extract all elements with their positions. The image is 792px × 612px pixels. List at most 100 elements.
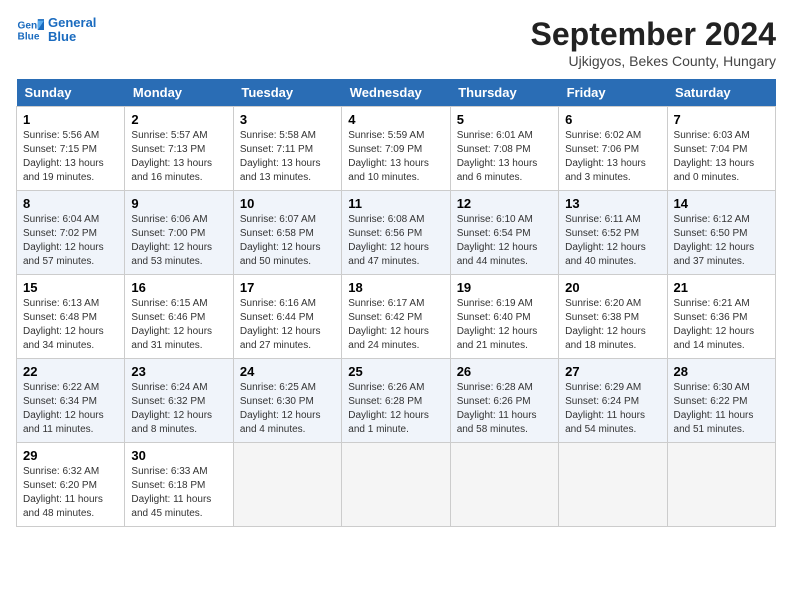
cell-text: Sunrise: 5:57 AMSunset: 7:13 PMDaylight:… (131, 130, 212, 183)
day-number: 14 (674, 196, 769, 211)
cell-text: Sunrise: 6:30 AMSunset: 6:22 PMDaylight:… (674, 382, 754, 435)
svg-text:Blue: Blue (18, 32, 40, 43)
calendar-cell: 15 Sunrise: 6:13 AMSunset: 6:48 PMDaylig… (17, 275, 125, 359)
day-number: 19 (457, 280, 552, 295)
weekday-header-saturday: Saturday (667, 79, 775, 107)
day-number: 17 (240, 280, 335, 295)
cell-text: Sunrise: 6:28 AMSunset: 6:26 PMDaylight:… (457, 382, 537, 435)
calendar-cell (667, 443, 775, 527)
cell-text: Sunrise: 6:04 AMSunset: 7:02 PMDaylight:… (23, 214, 104, 267)
calendar-cell: 9 Sunrise: 6:06 AMSunset: 7:00 PMDayligh… (125, 191, 233, 275)
day-number: 4 (348, 112, 443, 127)
calendar-cell: 19 Sunrise: 6:19 AMSunset: 6:40 PMDaylig… (450, 275, 558, 359)
calendar-cell: 28 Sunrise: 6:30 AMSunset: 6:22 PMDaylig… (667, 359, 775, 443)
cell-text: Sunrise: 6:29 AMSunset: 6:24 PMDaylight:… (565, 382, 645, 435)
cell-text: Sunrise: 5:59 AMSunset: 7:09 PMDaylight:… (348, 130, 429, 183)
day-number: 27 (565, 364, 660, 379)
calendar-cell: 24 Sunrise: 6:25 AMSunset: 6:30 PMDaylig… (233, 359, 341, 443)
day-number: 6 (565, 112, 660, 127)
calendar-cell: 25 Sunrise: 6:26 AMSunset: 6:28 PMDaylig… (342, 359, 450, 443)
calendar-cell: 16 Sunrise: 6:15 AMSunset: 6:46 PMDaylig… (125, 275, 233, 359)
logo-text: GeneralBlue (48, 16, 96, 45)
day-number: 15 (23, 280, 118, 295)
cell-text: Sunrise: 6:24 AMSunset: 6:32 PMDaylight:… (131, 382, 212, 435)
cell-text: Sunrise: 6:17 AMSunset: 6:42 PMDaylight:… (348, 298, 429, 351)
calendar-cell: 2 Sunrise: 5:57 AMSunset: 7:13 PMDayligh… (125, 107, 233, 191)
weekday-header-sunday: Sunday (17, 79, 125, 107)
calendar-cell: 29 Sunrise: 6:32 AMSunset: 6:20 PMDaylig… (17, 443, 125, 527)
day-number: 18 (348, 280, 443, 295)
location-subtitle: Ujkigyos, Bekes County, Hungary (531, 53, 776, 69)
day-number: 9 (131, 196, 226, 211)
day-number: 23 (131, 364, 226, 379)
day-number: 5 (457, 112, 552, 127)
calendar-cell: 5 Sunrise: 6:01 AMSunset: 7:08 PMDayligh… (450, 107, 558, 191)
calendar-cell: 21 Sunrise: 6:21 AMSunset: 6:36 PMDaylig… (667, 275, 775, 359)
calendar-table: SundayMondayTuesdayWednesdayThursdayFrid… (16, 79, 776, 527)
cell-text: Sunrise: 5:58 AMSunset: 7:11 PMDaylight:… (240, 130, 321, 183)
calendar-cell (450, 443, 558, 527)
calendar-week-row: 22 Sunrise: 6:22 AMSunset: 6:34 PMDaylig… (17, 359, 776, 443)
day-number: 12 (457, 196, 552, 211)
cell-text: Sunrise: 6:25 AMSunset: 6:30 PMDaylight:… (240, 382, 321, 435)
cell-text: Sunrise: 6:15 AMSunset: 6:46 PMDaylight:… (131, 298, 212, 351)
calendar-cell: 1 Sunrise: 5:56 AMSunset: 7:15 PMDayligh… (17, 107, 125, 191)
day-number: 2 (131, 112, 226, 127)
weekday-header-monday: Monday (125, 79, 233, 107)
calendar-cell: 14 Sunrise: 6:12 AMSunset: 6:50 PMDaylig… (667, 191, 775, 275)
calendar-cell: 13 Sunrise: 6:11 AMSunset: 6:52 PMDaylig… (559, 191, 667, 275)
day-number: 25 (348, 364, 443, 379)
day-number: 30 (131, 448, 226, 463)
logo-icon: General Blue (16, 16, 44, 44)
calendar-cell: 12 Sunrise: 6:10 AMSunset: 6:54 PMDaylig… (450, 191, 558, 275)
cell-text: Sunrise: 6:22 AMSunset: 6:34 PMDaylight:… (23, 382, 104, 435)
day-number: 21 (674, 280, 769, 295)
logo: General Blue GeneralBlue (16, 16, 96, 45)
month-title: September 2024 (531, 16, 776, 53)
calendar-cell: 20 Sunrise: 6:20 AMSunset: 6:38 PMDaylig… (559, 275, 667, 359)
day-number: 29 (23, 448, 118, 463)
calendar-cell (233, 443, 341, 527)
cell-text: Sunrise: 6:10 AMSunset: 6:54 PMDaylight:… (457, 214, 538, 267)
calendar-cell (559, 443, 667, 527)
calendar-cell: 3 Sunrise: 5:58 AMSunset: 7:11 PMDayligh… (233, 107, 341, 191)
calendar-cell: 22 Sunrise: 6:22 AMSunset: 6:34 PMDaylig… (17, 359, 125, 443)
calendar-week-row: 8 Sunrise: 6:04 AMSunset: 7:02 PMDayligh… (17, 191, 776, 275)
cell-text: Sunrise: 6:21 AMSunset: 6:36 PMDaylight:… (674, 298, 755, 351)
cell-text: Sunrise: 6:03 AMSunset: 7:04 PMDaylight:… (674, 130, 755, 183)
calendar-cell: 26 Sunrise: 6:28 AMSunset: 6:26 PMDaylig… (450, 359, 558, 443)
cell-text: Sunrise: 6:16 AMSunset: 6:44 PMDaylight:… (240, 298, 321, 351)
calendar-cell: 17 Sunrise: 6:16 AMSunset: 6:44 PMDaylig… (233, 275, 341, 359)
title-area: September 2024 Ujkigyos, Bekes County, H… (531, 16, 776, 69)
day-number: 3 (240, 112, 335, 127)
day-number: 16 (131, 280, 226, 295)
calendar-week-row: 1 Sunrise: 5:56 AMSunset: 7:15 PMDayligh… (17, 107, 776, 191)
weekday-header-tuesday: Tuesday (233, 79, 341, 107)
weekday-header-friday: Friday (559, 79, 667, 107)
calendar-cell: 10 Sunrise: 6:07 AMSunset: 6:58 PMDaylig… (233, 191, 341, 275)
cell-text: Sunrise: 6:32 AMSunset: 6:20 PMDaylight:… (23, 466, 103, 519)
day-number: 13 (565, 196, 660, 211)
cell-text: Sunrise: 6:33 AMSunset: 6:18 PMDaylight:… (131, 466, 211, 519)
day-number: 10 (240, 196, 335, 211)
calendar-week-row: 15 Sunrise: 6:13 AMSunset: 6:48 PMDaylig… (17, 275, 776, 359)
calendar-week-row: 29 Sunrise: 6:32 AMSunset: 6:20 PMDaylig… (17, 443, 776, 527)
cell-text: Sunrise: 6:11 AMSunset: 6:52 PMDaylight:… (565, 214, 646, 267)
day-number: 8 (23, 196, 118, 211)
calendar-cell (342, 443, 450, 527)
calendar-cell: 30 Sunrise: 6:33 AMSunset: 6:18 PMDaylig… (125, 443, 233, 527)
weekday-header-thursday: Thursday (450, 79, 558, 107)
cell-text: Sunrise: 6:01 AMSunset: 7:08 PMDaylight:… (457, 130, 538, 183)
day-number: 7 (674, 112, 769, 127)
weekday-header-row: SundayMondayTuesdayWednesdayThursdayFrid… (17, 79, 776, 107)
calendar-cell: 11 Sunrise: 6:08 AMSunset: 6:56 PMDaylig… (342, 191, 450, 275)
day-number: 20 (565, 280, 660, 295)
day-number: 1 (23, 112, 118, 127)
cell-text: Sunrise: 6:08 AMSunset: 6:56 PMDaylight:… (348, 214, 429, 267)
calendar-cell: 27 Sunrise: 6:29 AMSunset: 6:24 PMDaylig… (559, 359, 667, 443)
cell-text: Sunrise: 6:07 AMSunset: 6:58 PMDaylight:… (240, 214, 321, 267)
day-number: 26 (457, 364, 552, 379)
cell-text: Sunrise: 6:13 AMSunset: 6:48 PMDaylight:… (23, 298, 104, 351)
day-number: 22 (23, 364, 118, 379)
day-number: 24 (240, 364, 335, 379)
